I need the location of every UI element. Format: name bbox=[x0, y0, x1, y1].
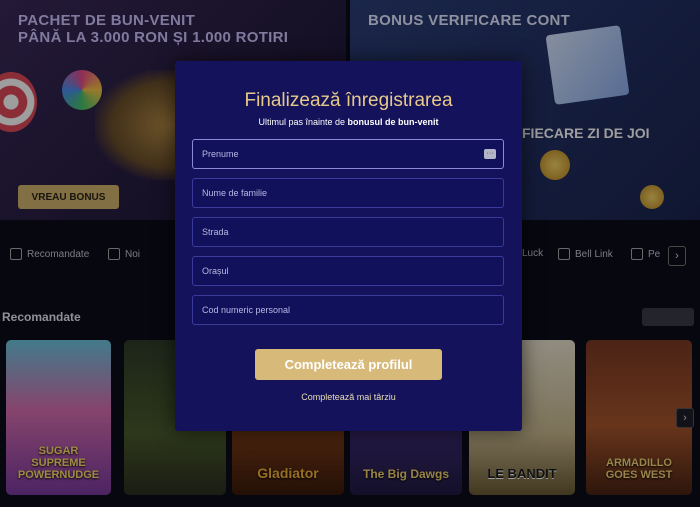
complete-later-link[interactable]: Completează mai târziu bbox=[175, 392, 522, 402]
last-name-field[interactable] bbox=[192, 178, 504, 208]
last-name-input[interactable] bbox=[193, 179, 503, 207]
modal-subtitle: Ultimul pas înainte de bonusul de bun-ve… bbox=[175, 117, 522, 127]
city-input[interactable] bbox=[193, 257, 503, 285]
first-name-input[interactable] bbox=[193, 140, 503, 168]
first-name-field[interactable]: ··· bbox=[192, 139, 504, 169]
modal-subtitle-bold: bonusul de bun-venit bbox=[347, 117, 439, 127]
modal-title: Finalizează înregistrarea bbox=[244, 90, 453, 111]
street-field[interactable] bbox=[192, 217, 504, 247]
street-input[interactable] bbox=[193, 218, 503, 246]
cnp-input[interactable] bbox=[193, 296, 503, 324]
autofill-icon[interactable]: ··· bbox=[484, 149, 496, 159]
modal-subtitle-prefix: Ultimul pas înainte de bbox=[258, 117, 348, 127]
cnp-field[interactable] bbox=[192, 295, 504, 325]
city-field[interactable] bbox=[192, 256, 504, 286]
complete-profile-button[interactable]: Completează profilul bbox=[255, 349, 442, 380]
complete-registration-modal: Finalizează înregistrarea Ultimul pas în… bbox=[175, 61, 522, 431]
